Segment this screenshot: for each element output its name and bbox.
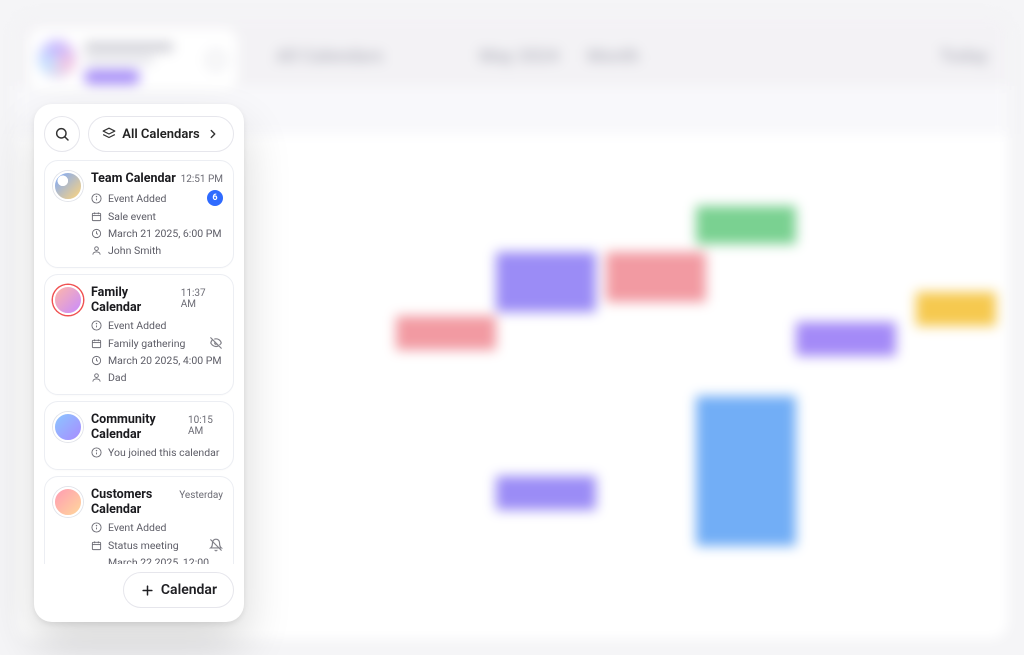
- calendar-filter-chip[interactable]: All Calendars: [88, 116, 234, 152]
- calendars-activity-panel: All Calendars Team Calendar 12:51 PM Eve…: [34, 104, 244, 622]
- calendar-icon: [91, 338, 102, 349]
- panel-header: All Calendars: [44, 116, 234, 152]
- chevron-right-icon: [206, 127, 220, 141]
- card-title: Customers Calendar: [91, 487, 179, 517]
- background-toolbar: All Calendars May 2024 Month Today: [276, 36, 988, 76]
- card-time: 10:15 AM: [188, 415, 223, 437]
- info-icon: [91, 320, 102, 331]
- card-title: Team Calendar: [91, 171, 176, 186]
- avatar: [53, 412, 83, 442]
- avatar: [53, 285, 83, 315]
- panel-footer: Calendar: [44, 564, 234, 608]
- activity-card[interactable]: Community Calendar 10:15 AM You joined t…: [44, 401, 234, 470]
- card-status: You joined this calendar: [108, 446, 219, 459]
- person-icon: [91, 372, 102, 383]
- card-event: Family gathering: [108, 337, 185, 350]
- layers-icon: [102, 127, 116, 141]
- avatar: [53, 171, 83, 201]
- bg-month: May 2024: [479, 46, 559, 67]
- card-who: John Smith: [108, 244, 161, 257]
- search-icon: [54, 126, 70, 142]
- card-who: Dad: [108, 371, 127, 384]
- profile-card: [28, 28, 238, 92]
- activity-card[interactable]: Family Calendar 11:37 AM Event Added Fam…: [44, 274, 234, 395]
- card-status: Event Added: [108, 521, 166, 534]
- info-icon: [91, 193, 102, 204]
- card-time: 12:51 PM: [181, 174, 223, 185]
- card-when: March 20 2025, 4:00 PM: [108, 354, 222, 367]
- clock-icon: [91, 228, 102, 239]
- info-icon: [91, 522, 102, 533]
- bg-filter-label: All Calendars: [276, 46, 383, 67]
- clock-icon: [91, 355, 102, 366]
- add-calendar-button[interactable]: Calendar: [123, 572, 234, 608]
- card-status: Event Added: [108, 192, 166, 205]
- unread-badge: 6: [207, 190, 223, 206]
- person-icon: [91, 245, 102, 256]
- calendar-filter-label: All Calendars: [122, 127, 199, 142]
- add-calendar-label: Calendar: [161, 582, 217, 598]
- card-time: 11:37 AM: [181, 288, 223, 310]
- hidden-icon: [209, 336, 223, 350]
- card-when: March 22 2025, 12:00 PM: [108, 556, 223, 564]
- card-event: Sale event: [108, 210, 156, 223]
- card-status: Event Added: [108, 319, 166, 332]
- calendar-icon: [91, 211, 102, 222]
- card-title: Community Calendar: [91, 412, 188, 442]
- bg-today: Today: [940, 46, 989, 67]
- calendar-icon: [91, 540, 102, 551]
- bell-off-icon: [209, 538, 223, 552]
- activity-list: Team Calendar 12:51 PM Event Added 6 Sal…: [44, 160, 234, 564]
- card-event: Status meeting: [108, 539, 179, 552]
- bg-view: Month: [587, 46, 639, 67]
- plus-icon: [140, 583, 155, 598]
- card-time: Yesterday: [179, 490, 223, 501]
- info-icon: [91, 447, 102, 458]
- avatar: [53, 487, 83, 517]
- card-when: March 21 2025, 6:00 PM: [108, 227, 222, 240]
- activity-card[interactable]: Customers Calendar Yesterday Event Added…: [44, 476, 234, 564]
- card-title: Family Calendar: [91, 285, 181, 315]
- activity-card[interactable]: Team Calendar 12:51 PM Event Added 6 Sal…: [44, 160, 234, 268]
- search-button[interactable]: [44, 116, 80, 152]
